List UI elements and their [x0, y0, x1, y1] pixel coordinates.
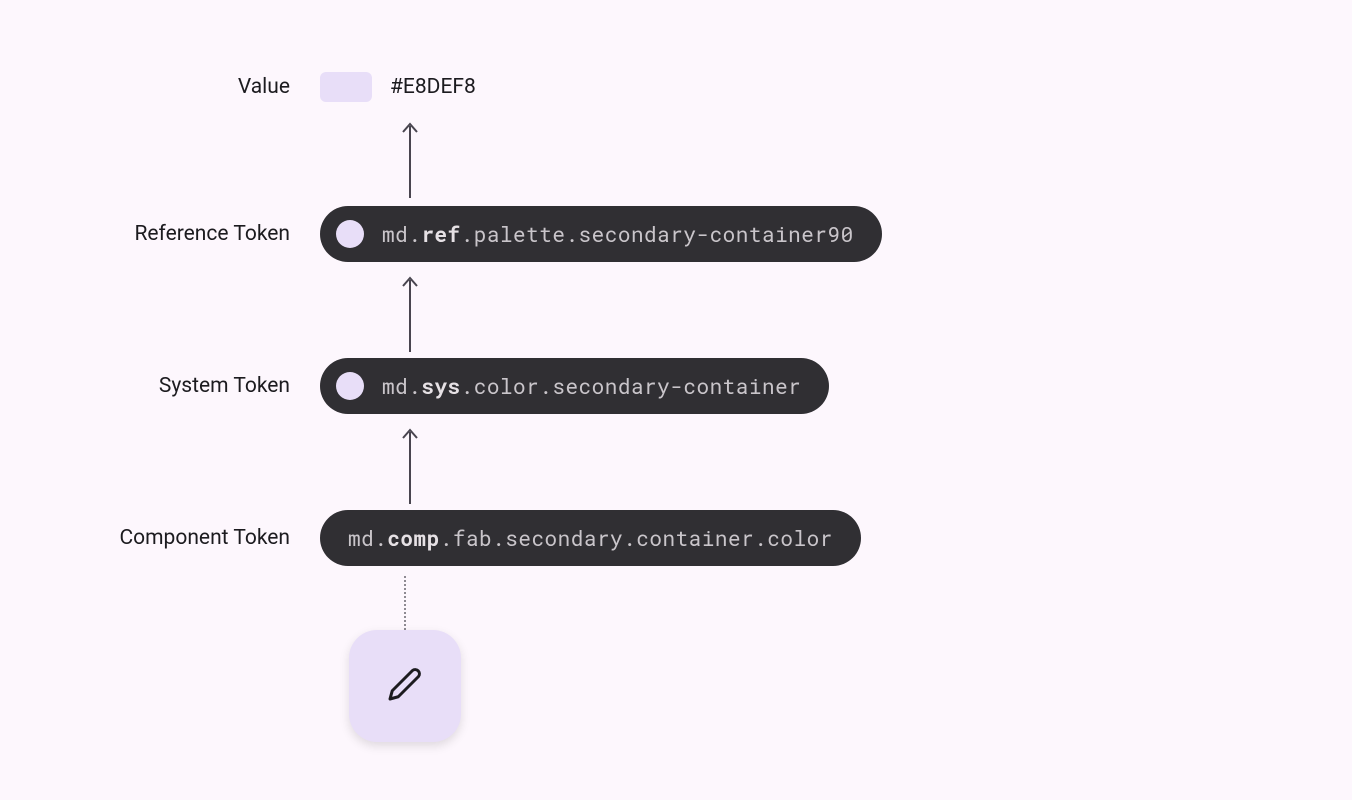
token-post: .color.secondary-container	[461, 372, 802, 400]
dotted-connector	[404, 576, 406, 630]
token-pre: md.	[382, 372, 421, 400]
component-label: Component Token	[0, 526, 320, 550]
reference-token-pill: md.ref.palette.secondary-container90	[320, 206, 882, 262]
token-bold: sys	[421, 372, 460, 400]
component-row: Component Token md.comp.fab.secondary.co…	[0, 510, 861, 566]
arrow-up-icon	[400, 118, 420, 198]
edit-icon	[387, 666, 423, 706]
value-label: Value	[0, 75, 320, 99]
reference-row: Reference Token md.ref.palette.secondary…	[0, 206, 882, 262]
arrow-up-icon	[400, 424, 420, 504]
arrow-up-icon	[400, 272, 420, 352]
system-label: System Token	[0, 374, 320, 398]
token-bold: comp	[387, 524, 439, 552]
color-swatch	[320, 72, 372, 102]
hex-value: #E8DEF8	[390, 75, 476, 99]
token-pre: md.	[348, 524, 387, 552]
token-post: .palette.secondary-container90	[461, 220, 854, 248]
system-token-pill: md.sys.color.secondary-container	[320, 358, 829, 414]
fab-button[interactable]	[349, 630, 461, 742]
token-post: .fab.secondary.container.color	[440, 524, 833, 552]
token-pre: md.	[382, 220, 421, 248]
color-dot-icon	[336, 372, 364, 400]
color-dot-icon	[336, 220, 364, 248]
token-bold: ref	[421, 220, 460, 248]
system-row: System Token md.sys.color.secondary-cont…	[0, 358, 829, 414]
value-row: Value #E8DEF8	[0, 72, 476, 102]
reference-label: Reference Token	[0, 222, 320, 246]
component-token-pill: md.comp.fab.secondary.container.color	[320, 510, 861, 566]
